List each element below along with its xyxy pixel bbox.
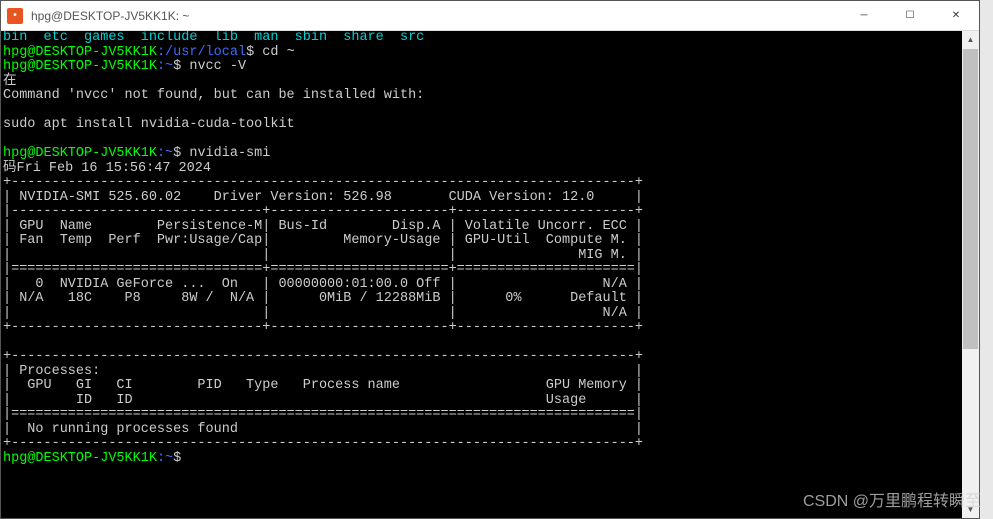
- minimize-button[interactable]: ─: [841, 1, 887, 30]
- smi-border: +---------------------------------------…: [3, 175, 643, 190]
- smi-proc-header: | Processes: |: [3, 364, 643, 379]
- scrollbar[interactable]: ▲ ▼: [962, 31, 979, 518]
- prompt-user: hpg@DESKTOP-JV5KK1K: [3, 451, 157, 466]
- smi-proc-none: | No running processes found |: [3, 422, 643, 437]
- prompt-dollar: $: [173, 59, 189, 74]
- close-button[interactable]: ✕: [933, 1, 979, 30]
- ls-output: bin etc games include lib man sbin share…: [3, 31, 424, 45]
- ubuntu-icon: •: [7, 8, 23, 24]
- cmd-nvidia-smi: nvidia-smi: [189, 146, 270, 161]
- smi-col-header: | Fan Temp Perf Pwr:Usage/Cap| Memory-Us…: [3, 233, 643, 248]
- smi-sep: |-------------------------------+-------…: [3, 204, 643, 219]
- smi-proc-border: +---------------------------------------…: [3, 349, 643, 364]
- prompt-path: :~: [157, 146, 173, 161]
- margin-char: 在: [3, 74, 17, 89]
- prompt-dollar: $: [173, 451, 189, 466]
- smi-header: | NVIDIA-SMI 525.60.02 Driver Version: 5…: [3, 190, 643, 205]
- scroll-down-icon[interactable]: ▼: [962, 501, 979, 518]
- app-window: • hpg@DESKTOP-JV5KK1K: ~ ─ ☐ ✕ bin etc g…: [0, 0, 980, 519]
- cmd-nvcc: nvcc -V: [189, 59, 246, 74]
- smi-proc-cols: | ID ID Usage |: [3, 393, 643, 408]
- margin-char: 码: [3, 161, 17, 176]
- smi-border: +-------------------------------+-------…: [3, 320, 643, 335]
- scrollbar-thumb[interactable]: [963, 49, 978, 349]
- smi-sep: |===============================+=======…: [3, 262, 643, 277]
- prompt-dollar: $: [246, 45, 262, 60]
- prompt-path: :~: [157, 59, 173, 74]
- prompt-path: :~: [157, 451, 173, 466]
- smi-proc-cols: | GPU GI CI PID Type Process name GPU Me…: [3, 378, 643, 393]
- smi-proc-sep: |=======================================…: [3, 407, 643, 422]
- nvcc-install-hint: sudo apt install nvidia-cuda-toolkit: [3, 117, 295, 132]
- prompt-path: :/usr/local: [157, 45, 246, 60]
- prompt-dollar: $: [173, 146, 189, 161]
- prompt-user: hpg@DESKTOP-JV5KK1K: [3, 59, 157, 74]
- prompt-user: hpg@DESKTOP-JV5KK1K: [3, 146, 157, 161]
- smi-gpu-row: | 0 NVIDIA GeForce ... On | 00000000:01:…: [3, 277, 643, 292]
- terminal[interactable]: bin etc games include lib man sbin share…: [1, 31, 962, 518]
- maximize-button[interactable]: ☐: [887, 1, 933, 30]
- cmd-cd: cd ~: [262, 45, 294, 60]
- scroll-up-icon[interactable]: ▲: [962, 31, 979, 48]
- window-controls: ─ ☐ ✕: [841, 1, 979, 30]
- titlebar[interactable]: • hpg@DESKTOP-JV5KK1K: ~ ─ ☐ ✕: [1, 1, 979, 31]
- prompt-user: hpg@DESKTOP-JV5KK1K: [3, 45, 157, 60]
- smi-date: Fri Feb 16 15:56:47 2024: [17, 161, 211, 176]
- window-title: hpg@DESKTOP-JV5KK1K: ~: [31, 9, 841, 23]
- terminal-wrap: bin etc games include lib man sbin share…: [1, 31, 979, 518]
- smi-gpu-row: | N/A 18C P8 8W / N/A | 0MiB / 12288MiB …: [3, 291, 643, 306]
- smi-col-header: | | | MIG M. |: [3, 248, 643, 263]
- smi-gpu-row: | | | N/A |: [3, 306, 643, 321]
- nvcc-error-line: Command 'nvcc' not found, but can be ins…: [3, 88, 424, 103]
- smi-col-header: | GPU Name Persistence-M| Bus-Id Disp.A …: [3, 219, 643, 234]
- smi-proc-border: +---------------------------------------…: [3, 436, 643, 451]
